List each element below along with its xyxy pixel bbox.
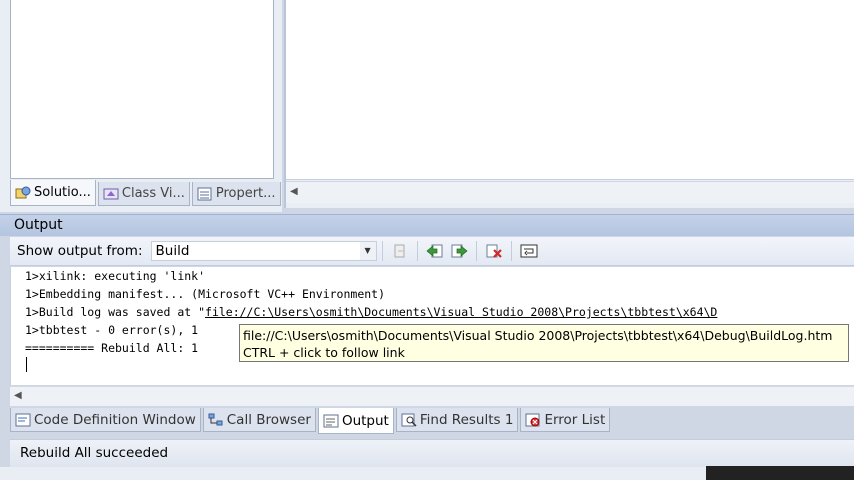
tab-label: Output (341, 412, 389, 429)
find-results-icon (401, 413, 417, 427)
output-source-value: Build (155, 243, 190, 259)
next-message-button[interactable] (448, 240, 470, 262)
show-output-label: Show output from: (17, 243, 143, 259)
output-toolbar: Show output from: Build ▼ (10, 237, 854, 266)
solution-explorer-icon (15, 186, 31, 200)
tab-find-results-1[interactable]: Find Results 1 (395, 408, 519, 432)
tab-label: Solutio... (34, 185, 91, 200)
toolbar-separator (381, 241, 383, 261)
previous-message-button[interactable] (424, 240, 446, 262)
class-view-icon (103, 187, 119, 201)
output-line: 1>tbbtest - 0 error(s), 1 (25, 323, 199, 337)
next-message-icon (451, 244, 468, 258)
editor-panel: ◀ (284, 0, 854, 208)
tab-class-view[interactable]: Class Vi... (97, 182, 190, 206)
output-window-title: Output (0, 214, 854, 236)
output-line: 1>Build log was saved at "file://C:\User… (25, 303, 717, 321)
status-text: Rebuild All succeeded (20, 445, 169, 461)
output-icon (323, 414, 339, 428)
tab-output[interactable]: Output (317, 408, 394, 434)
link-tooltip: file://C:\Users\osmith\Documents\Visual … (239, 324, 849, 362)
find-message-in-code-button[interactable] (389, 240, 411, 262)
build-log-link[interactable]: file://C:\Users\osmith\Documents\Visual … (205, 305, 717, 319)
output-line-text: 1>Build log was saved at " (25, 305, 206, 319)
error-list-icon (525, 413, 541, 427)
tab-call-browser[interactable]: Call Browser (202, 408, 316, 432)
solution-explorer-content[interactable] (10, 0, 274, 179)
text-caret (26, 357, 27, 372)
tab-solution-explorer[interactable]: Solutio... (10, 180, 96, 206)
tab-label: Find Results 1 (419, 411, 514, 428)
toolbar-separator (510, 241, 512, 261)
property-manager-icon (197, 187, 213, 201)
tab-property-manager[interactable]: Propert... (191, 182, 281, 206)
previous-message-icon (425, 244, 443, 258)
clear-all-button[interactable] (483, 240, 505, 262)
taskbar-edge (706, 466, 854, 480)
toggle-word-wrap-button[interactable] (518, 240, 540, 262)
call-browser-icon (208, 413, 224, 427)
solution-explorer-panel: Solutio... Class Vi... Propert... (0, 0, 282, 212)
output-line: ========== Rebuild All: 1 (25, 341, 199, 355)
tooltip-hint: CTRL + click to follow link (243, 345, 405, 360)
left-panel-tabs: Solutio... Class Vi... Propert... (10, 180, 281, 206)
bottom-tool-tabs: Code Definition Window Call Browser Outp… (10, 408, 854, 434)
tab-label: Call Browser (226, 411, 311, 428)
scroll-left-icon[interactable]: ◀ (290, 186, 302, 198)
editor-content[interactable] (286, 0, 854, 180)
code-definition-icon (15, 413, 31, 427)
goto-code-icon (394, 244, 405, 258)
scroll-left-icon[interactable]: ◀ (14, 390, 26, 402)
clear-all-icon (486, 244, 502, 258)
tooltip-path: file://C:\Users\osmith\Documents\Visual … (243, 328, 833, 343)
output-line: 1>xilink: executing 'link' (25, 269, 206, 283)
output-line: 1>Embedding manifest... (Microsoft VC++ … (25, 287, 386, 301)
tab-error-list[interactable]: Error List (520, 408, 611, 432)
chevron-down-icon[interactable]: ▼ (359, 242, 376, 260)
status-bar: Rebuild All succeeded (10, 439, 854, 467)
toolbar-separator (475, 241, 477, 261)
output-horizontal-scrollbar[interactable]: ◀ (10, 386, 854, 406)
tab-code-definition-window[interactable]: Code Definition Window (10, 408, 201, 432)
output-source-select[interactable]: Build ▼ (150, 241, 377, 261)
word-wrap-icon (520, 244, 538, 258)
status-bar-edge (0, 467, 706, 480)
tab-label: Code Definition Window (34, 411, 196, 428)
tab-label: Propert... (215, 186, 276, 201)
tab-label: Error List (544, 411, 606, 428)
tab-label: Class Vi... (121, 186, 185, 201)
toolbar-separator (416, 241, 418, 261)
editor-horizontal-scrollbar[interactable]: ◀ (286, 181, 854, 203)
